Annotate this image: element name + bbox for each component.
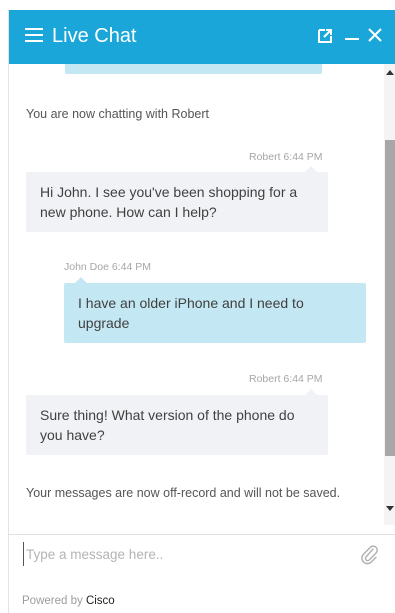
message-meta: Robert 6:44 PM [249,151,323,163]
scrollbar-thumb[interactable] [385,140,395,456]
powered-by: Powered by Cisco [22,595,115,607]
connected-notice: You are now chatting with Robert [26,107,209,121]
powered-by-label: Powered by [22,595,83,607]
chat-window: Live Chat You are now chatting with Robe… [8,10,395,613]
minimize-icon[interactable] [345,38,359,40]
message-scrollbar[interactable] [384,64,395,525]
chat-header: Live Chat [9,10,395,64]
menu-icon[interactable] [25,28,43,42]
message-list[interactable]: You are now chatting with Robert Robert … [9,64,384,525]
agent-message-bubble: Sure thing! What version of the phone do… [26,395,328,455]
offrecord-notice: Your messages are now off-record and wil… [26,486,341,500]
close-icon[interactable] [366,26,384,44]
brand-name: Cisco [85,595,115,607]
message-meta: Robert 6:44 PM [249,373,323,385]
agent-message-bubble: Hi John. I see you've been shopping for … [26,172,328,232]
popout-icon[interactable] [316,27,334,45]
paperclip-icon[interactable] [359,543,379,565]
message-meta: John Doe 6:44 PM [64,261,151,273]
composer-divider [9,534,395,535]
user-message-bubble: I have an older iPhone and I need to upg… [64,283,366,343]
scroll-down-icon[interactable] [386,506,394,511]
composer [9,536,395,572]
chat-title: Live Chat [52,25,137,47]
scroll-up-icon[interactable] [386,70,394,75]
previous-message-bubble [65,64,322,74]
message-input[interactable] [23,542,343,566]
